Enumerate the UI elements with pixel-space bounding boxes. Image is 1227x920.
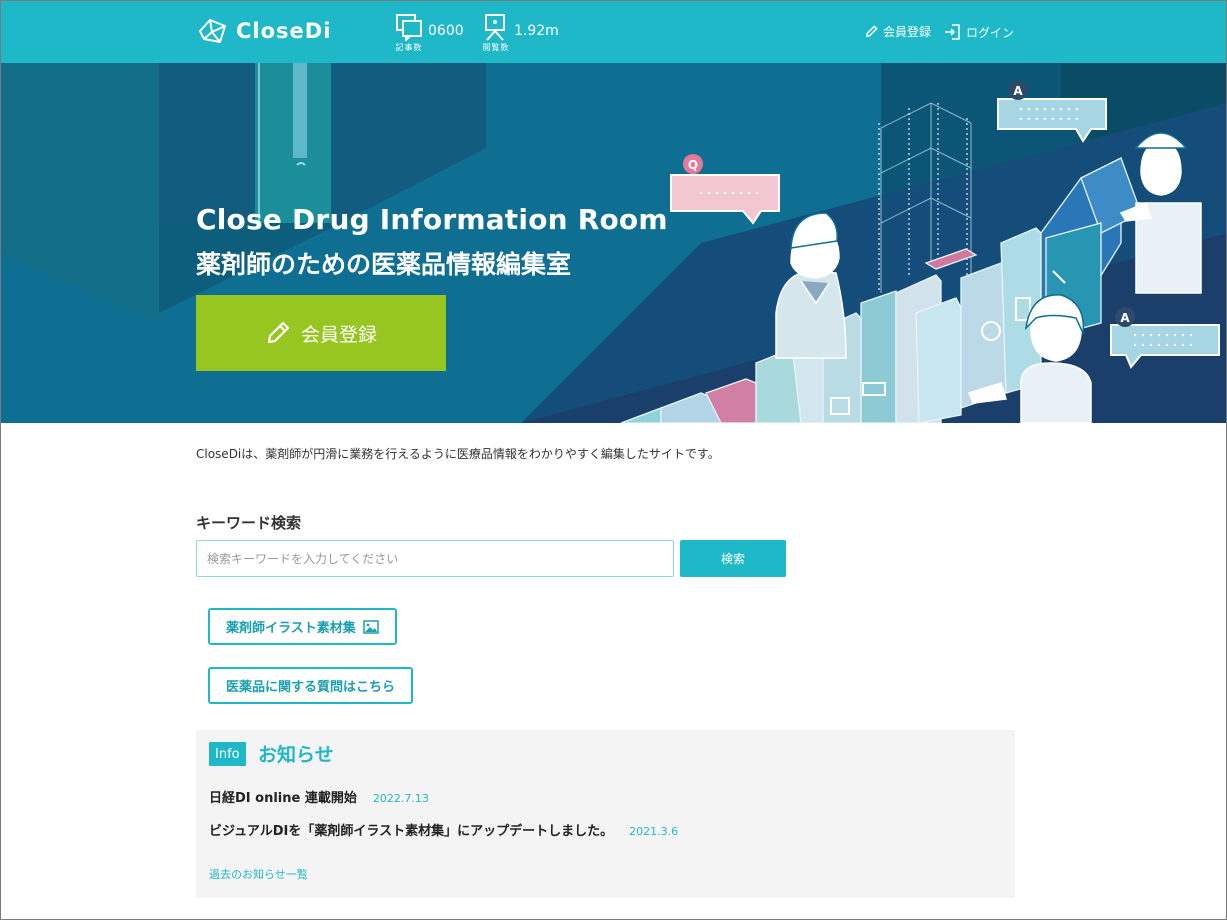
- news-item[interactable]: ビジュアルDIを「薬剤師イラスト素材集」にアップデートしました。 2021.3.…: [209, 820, 678, 839]
- past-news-link[interactable]: 過去のお知らせ一覧: [209, 866, 308, 882]
- news-item-title[interactable]: 日経DI online 連載開始: [209, 787, 357, 806]
- bubble-a-label-2: A: [1120, 311, 1130, 325]
- logo-icon: [199, 19, 226, 43]
- info-section: Info お知らせ 日経DI online 連載開始 2022.7.13 ビジュ…: [196, 730, 1015, 898]
- view-count: 閲覧数 1.92m: [482, 13, 559, 53]
- view-count-value: 1.92m: [514, 23, 559, 39]
- info-badge: Info: [209, 742, 246, 766]
- hero-banner: Q A A Close Drug Information Room 薬剤師のため…: [1, 63, 1226, 423]
- header-register-label: 会員登録: [883, 25, 932, 39]
- page: CloseDi 記事数 0600 閲覧数 1.92m 会員登録 ログイン Q A…: [0, 0, 1227, 920]
- search-title: キーワード検索: [196, 514, 302, 532]
- views-icon: [485, 14, 505, 41]
- articles-icon: [396, 14, 422, 41]
- search-button[interactable]: 検索: [680, 540, 786, 577]
- news-item-date: 2021.3.6: [629, 825, 679, 838]
- logo-text: CloseDi: [236, 19, 332, 43]
- header-login-link[interactable]: ログイン: [944, 23, 1014, 41]
- drug-question-button[interactable]: 医薬品に関する質問はこちら: [208, 667, 414, 704]
- bubble-a-label: A: [1013, 84, 1023, 98]
- site-description: CloseDiは、薬剤師が円滑に業務を行えるように医療品情報をわかりやすく編集し…: [196, 447, 720, 461]
- pencil-icon: [865, 25, 878, 38]
- bubble-q-label: Q: [688, 158, 698, 172]
- hero-title: Close Drug Information Room: [196, 203, 668, 236]
- site-header: CloseDi 記事数 0600 閲覧数 1.92m 会員登録 ログイン: [1, 1, 1226, 63]
- login-icon: [945, 24, 960, 40]
- hero-subtitle: 薬剤師のための医薬品情報編集室: [196, 250, 572, 279]
- news-item-title[interactable]: ビジュアルDIを「薬剤師イラスト素材集」にアップデートしました。: [209, 820, 613, 839]
- search-input[interactable]: [196, 540, 674, 577]
- news-item-date: 2022.7.13: [372, 792, 429, 805]
- info-title: お知らせ: [258, 744, 334, 766]
- illustration-library-button[interactable]: 薬剤師イラスト素材集: [208, 608, 397, 645]
- article-count-value: 0600: [428, 23, 464, 39]
- hero-illustration: Q A A: [1, 63, 1226, 423]
- view-count-caption: 閲覧数: [482, 43, 510, 52]
- article-count: 記事数 0600: [394, 13, 464, 53]
- site-logo[interactable]: CloseDi: [196, 17, 331, 45]
- pencil-icon: [267, 321, 290, 344]
- header-register-link[interactable]: 会員登録: [864, 23, 931, 40]
- image-icon: [363, 619, 379, 634]
- illustration-library-label: 薬剤師イラスト素材集: [226, 621, 356, 636]
- drug-question-label: 医薬品に関する質問はこちら: [226, 680, 396, 695]
- hero-register-button[interactable]: 会員登録: [196, 295, 446, 371]
- news-item[interactable]: 日経DI online 連載開始 2022.7.13: [209, 787, 429, 806]
- hero-register-label: 会員登録: [300, 323, 377, 346]
- header-login-label: ログイン: [966, 25, 1015, 40]
- article-count-caption: 記事数: [395, 43, 423, 52]
